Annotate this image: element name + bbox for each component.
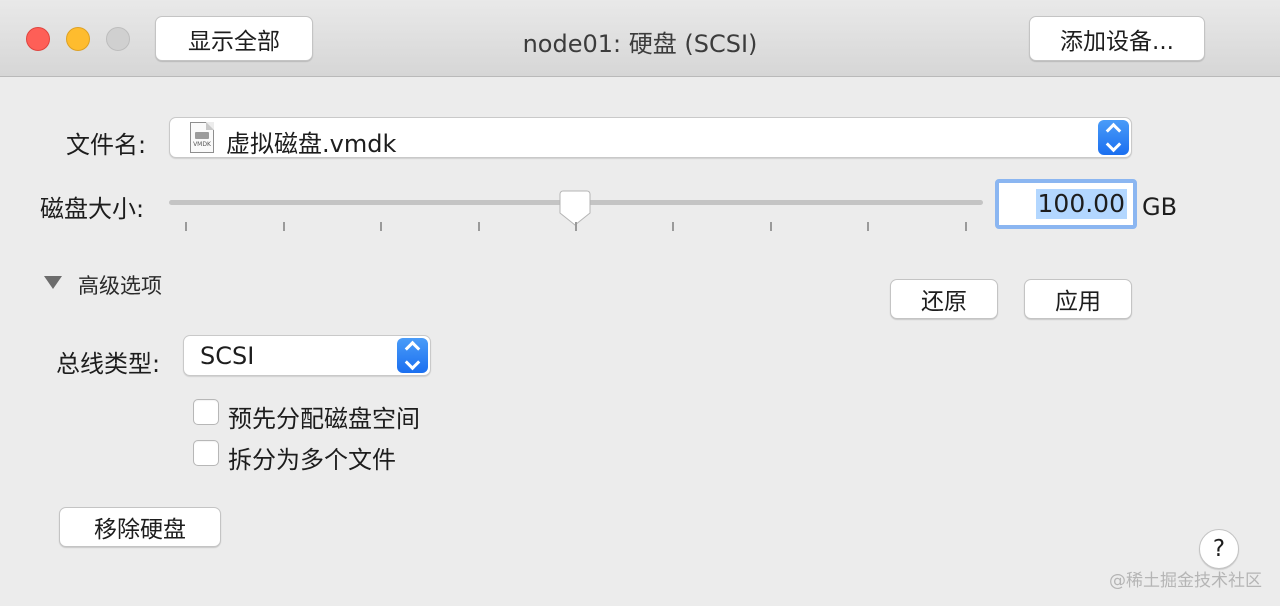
vmdk-icon-text: VMDK (193, 141, 211, 148)
preallocate-checkbox[interactable] (193, 399, 219, 425)
slider-tick (770, 222, 772, 231)
slider-tick (380, 222, 382, 231)
slider-tick (185, 222, 187, 231)
disk-size-unit: GB (1142, 193, 1178, 221)
slider-tick (478, 222, 480, 231)
disk-size-label: 磁盘大小: (40, 195, 145, 223)
watermark-text: @稀土掘金技术社区 (1109, 571, 1262, 591)
file-name-popup[interactable]: VMDK 虚拟磁盘.vmdk (169, 117, 1132, 158)
chevron-down-icon (404, 354, 421, 371)
chevron-down-icon (1105, 136, 1122, 153)
advanced-options-label: 高级选项 (78, 274, 162, 298)
disk-settings-window: 显示全部 node01: 硬盘 (SCSI) 添加设备... 文件名: VMDK… (0, 0, 1280, 606)
question-mark-icon: ? (1212, 536, 1226, 562)
preallocate-label[interactable]: 预先分配磁盘空间 (228, 399, 420, 434)
file-name-popup-stepper[interactable] (1098, 120, 1129, 155)
revert-button[interactable]: 还原 (890, 279, 998, 319)
title-bar: 显示全部 node01: 硬盘 (SCSI) 添加设备... (0, 0, 1280, 77)
file-name-label: 文件名: (66, 131, 147, 159)
disk-size-field[interactable]: 100.00 (995, 179, 1137, 229)
slider-tick (283, 222, 285, 231)
slider-tick (965, 222, 967, 231)
slider-tick (672, 222, 674, 231)
apply-button[interactable]: 应用 (1024, 279, 1132, 319)
disclosure-triangle-icon (44, 276, 62, 289)
split-files-label[interactable]: 拆分为多个文件 (228, 440, 396, 475)
split-files-checkbox[interactable] (193, 440, 219, 466)
help-button[interactable]: ? (1199, 529, 1239, 569)
add-device-button[interactable]: 添加设备... (1029, 16, 1205, 61)
bus-type-value: SCSI (200, 342, 255, 370)
bus-type-label: 总线类型: (56, 350, 161, 378)
vmdk-file-icon: VMDK (190, 122, 214, 153)
file-name-value: 虚拟磁盘.vmdk (226, 130, 397, 158)
remove-disk-button[interactable]: 移除硬盘 (59, 507, 221, 547)
bus-type-popup[interactable]: SCSI (183, 335, 431, 376)
slider-tick (575, 222, 577, 231)
slider-thumb[interactable] (559, 190, 591, 226)
disk-size-value: 100.00 (1035, 189, 1127, 219)
advanced-options-toggle[interactable]: 高级选项 (44, 270, 184, 298)
slider-tick (867, 222, 869, 231)
bus-type-popup-stepper[interactable] (397, 338, 428, 373)
